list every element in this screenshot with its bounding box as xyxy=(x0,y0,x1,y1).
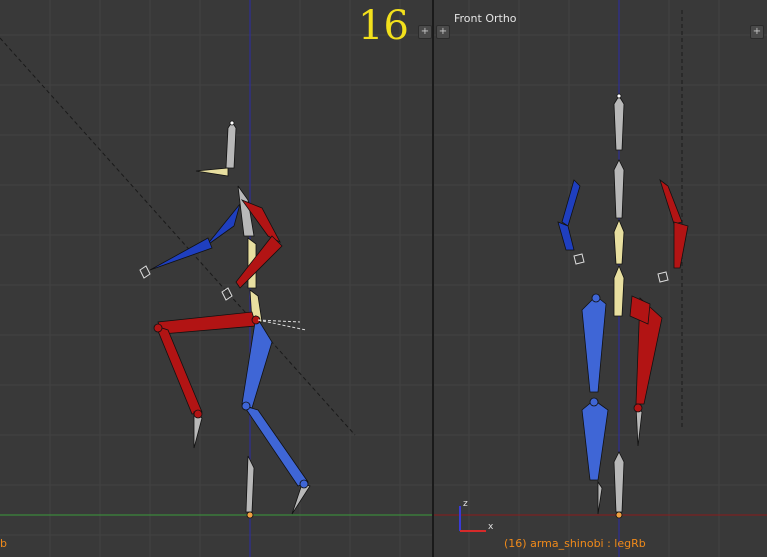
frame-number-overlay: 16 xyxy=(358,3,409,49)
bone-arm-blue-upper xyxy=(561,179,581,227)
bone-foot-center xyxy=(245,455,255,513)
bone-foot-center xyxy=(613,451,625,513)
left-object-status: b xyxy=(0,537,7,550)
bone-foot-blue xyxy=(597,480,603,515)
object-status-text: (16) arma_shinobi : legRb xyxy=(504,537,646,550)
plus-icon[interactable]: + xyxy=(418,25,432,39)
bone-leg-red-shin xyxy=(629,295,651,325)
viewport-grid xyxy=(434,0,767,557)
bone-arm-red-upper xyxy=(659,178,683,225)
armature[interactable] xyxy=(149,120,311,519)
bone-leg-blue-thigh xyxy=(241,314,273,409)
bone-neck-yellow xyxy=(195,167,229,177)
bone-head xyxy=(613,95,625,151)
bone-leg-red-thigh xyxy=(157,311,257,335)
bone-chest xyxy=(613,218,625,265)
blender-3d-view-split: z x 16 Front Ortho b (16) arma_shinobi :… xyxy=(0,0,767,557)
bone-leg-blue-thigh xyxy=(581,295,607,393)
bone-leg-blue-shin xyxy=(581,399,609,481)
bone-arm-blue-lower xyxy=(557,221,575,251)
bone-arm-blue-upper xyxy=(205,203,241,247)
plus-icon[interactable]: + xyxy=(436,25,450,39)
bone-head xyxy=(225,121,237,169)
viewport-grid xyxy=(0,0,432,557)
bone-neck xyxy=(613,159,625,219)
plus-icon[interactable]: + xyxy=(750,25,764,39)
axis-label-z: z xyxy=(463,499,468,509)
right-3d-viewport[interactable]: z x xyxy=(434,0,767,557)
bone-foot-tip xyxy=(291,483,311,515)
axis-label-x: x xyxy=(488,522,494,532)
bone-spine xyxy=(613,264,625,317)
bone-arm-red-lower xyxy=(235,235,283,289)
view-mode-label: Front Ortho xyxy=(454,12,517,25)
left-3d-viewport[interactable] xyxy=(0,0,432,557)
bone-arm-red-lower xyxy=(673,221,689,269)
bone-leg-red-shin xyxy=(155,325,203,415)
